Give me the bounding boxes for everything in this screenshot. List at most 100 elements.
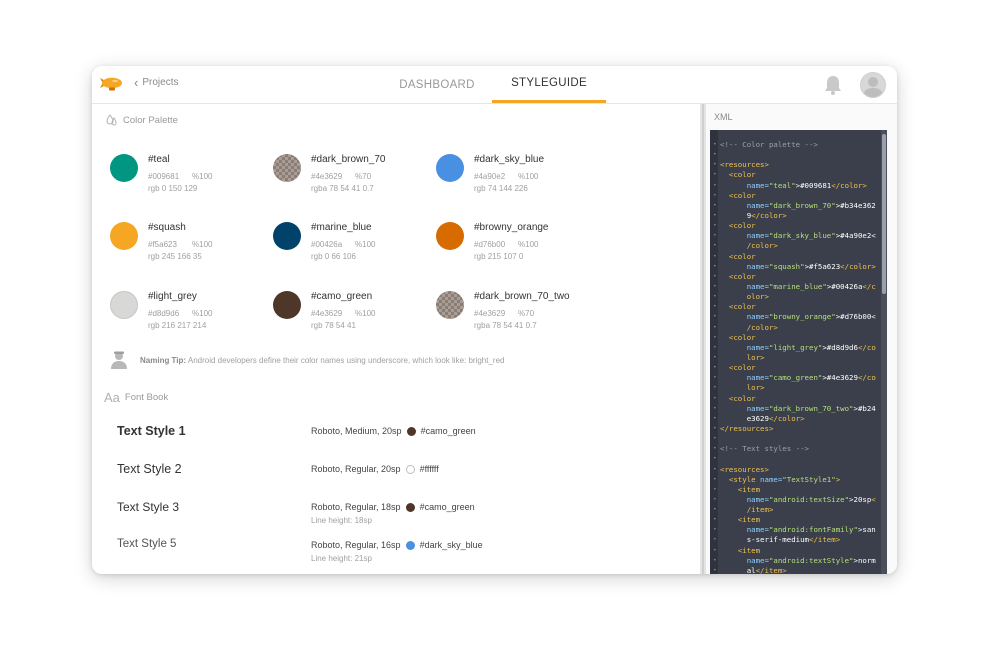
font-style-spec: Roboto, Regular, 16sp #dark_sky_blue [311, 540, 483, 550]
code-token: al [720, 565, 756, 574]
code-token: lor> [720, 383, 765, 393]
code-line: • [710, 454, 880, 464]
code-line: • name="android:fontFamily">san [710, 525, 880, 535]
color-palette-heading: Color Palette [106, 114, 178, 126]
color-alpha: %100 [518, 240, 539, 249]
tab-dashboard[interactable]: DASHBOARD [387, 66, 487, 103]
code-line: • name="dark_brown_70">#b34e362 [710, 201, 880, 211]
color-name: #squash [148, 222, 186, 233]
font-color-dot [405, 502, 415, 512]
line-marker-icon: • [713, 394, 717, 402]
code-token: </color> [751, 210, 787, 220]
code-token: name= [720, 312, 769, 322]
line-marker-icon: • [713, 353, 717, 361]
tab-styleguide[interactable]: STYLEGUIDE [492, 66, 606, 103]
color-dot [436, 291, 464, 319]
code-token: <!-- Text styles --> [720, 444, 809, 454]
code-line: • <color [710, 170, 880, 180]
line-marker-icon: • [713, 151, 717, 159]
color-rgb: rgb 216 217 214 [148, 321, 207, 330]
xml-code-view[interactable]: • <!-- Color palette --> • • <resources> • <c… [710, 130, 887, 574]
bell-icon[interactable] [822, 74, 844, 96]
code-line: • name="dark_sky_blue">#4a90e2< [710, 231, 880, 241]
font-spec-text: Roboto, Regular, 16sp [311, 540, 401, 550]
color-rgb: rgb 78 54 41 [311, 321, 356, 330]
user-avatar[interactable] [860, 72, 886, 98]
color-dot [110, 291, 138, 319]
line-marker-icon: • [713, 181, 717, 189]
back-to-projects-link[interactable]: ‹ Projects [134, 76, 178, 89]
line-marker-icon: • [713, 424, 717, 432]
color-swatch-squash: #squash #f5a623 %100 rgb 245 166 35 [110, 222, 290, 272]
xml-side-panel: XML • <!-- Color palette --> • • <resources>… [706, 104, 897, 574]
drops-icon [106, 114, 117, 126]
line-marker-icon: • [713, 282, 717, 290]
app-window: ‹ Projects DASHBOARD STYLEGUIDE Color Pa… [92, 66, 897, 574]
color-dot [110, 222, 138, 250]
line-marker-icon: • [713, 374, 717, 382]
code-token: "teal" [768, 180, 796, 190]
code-line: • <color [710, 191, 880, 201]
color-name: #camo_green [311, 291, 373, 302]
line-marker-icon: • [713, 303, 717, 311]
code-line: • <!-- Color palette --> [710, 140, 880, 150]
color-hex: #4e3629 [474, 309, 506, 318]
color-swatch-camo-green: #camo_green #4e3629 %100 rgb 78 54 41 [273, 291, 453, 341]
styleguide-main-panel: Color Palette #teal #009681 %100 rgb 0 1… [92, 104, 700, 574]
color-rgb: rgb 215 107 0 [474, 252, 524, 261]
code-line: • <color [710, 272, 880, 282]
color-swatch-browny-orange: #browny_orange #d76b00 %100 rgb 215 107 … [436, 222, 616, 272]
color-dot [273, 291, 301, 319]
code-token: "light_grey" [768, 342, 823, 352]
code-token: /color> [720, 322, 778, 332]
code-token: s-serif-medium [720, 535, 809, 545]
line-marker-icon: • [713, 556, 717, 564]
code-line: • name="browny_orange">#d76b00< [710, 312, 880, 322]
code-line: • <color [710, 252, 880, 262]
font-line-height: Line height: 21sp [311, 554, 372, 563]
code-token: <item [720, 545, 761, 555]
color-alpha: %100 [355, 240, 376, 249]
font-color-name: #camo_green [420, 426, 476, 436]
line-marker-icon: • [713, 293, 717, 301]
color-hex: #d8d9d6 [148, 309, 180, 318]
code-token: > [835, 474, 841, 484]
line-marker-icon: • [713, 404, 717, 412]
line-marker-icon: • [713, 546, 717, 554]
line-marker-icon: • [713, 171, 717, 179]
line-marker-icon: • [713, 364, 717, 372]
color-swatch-dark-sky-blue: #dark_sky_blue #4a90e2 %100 rgb 74 144 2… [436, 154, 616, 204]
line-marker-icon: • [713, 485, 717, 493]
color-hex: #4a90e2 [474, 172, 506, 181]
color-alpha: %100 [192, 240, 213, 249]
zeppelin-logo-icon[interactable] [100, 74, 124, 94]
line-marker-icon: • [713, 526, 717, 534]
code-token: name= [720, 180, 769, 190]
color-hex: #4e3629 [311, 172, 343, 181]
code-token: "marine_blue" [768, 281, 827, 291]
code-token: </item> [809, 535, 841, 545]
color-dot [436, 222, 464, 250]
color-hex: #009681 [148, 172, 180, 181]
code-token: "dark_brown_70" [768, 200, 836, 210]
code-token: "dark_brown_70_two" [768, 403, 854, 413]
code-line: • s-serif-medium</item> [710, 535, 880, 545]
code-token: "android:textStyle" [768, 555, 854, 565]
code-line: • <color [710, 394, 880, 404]
code-line: • <resources> [710, 465, 880, 475]
color-name: #teal [148, 154, 170, 165]
color-rgb: rgb 0 66 106 [311, 252, 356, 261]
line-marker-icon: • [713, 191, 717, 199]
code-line: • name="light_grey">#d8d9d6</co [710, 343, 880, 353]
line-marker-icon: • [713, 141, 717, 148]
code-token: olor> [720, 292, 769, 302]
code-scrollbar-thumb[interactable] [882, 134, 886, 294]
xml-panel-title: XML [714, 112, 733, 122]
code-token: >#4e3629 [822, 373, 858, 383]
code-token: >#d76b00< [835, 312, 876, 322]
line-marker-icon: • [713, 333, 717, 341]
color-hex: #00426a [311, 240, 343, 249]
code-token: </c [862, 281, 876, 291]
code-line: • <color [710, 363, 880, 373]
code-token: <color [720, 170, 756, 180]
